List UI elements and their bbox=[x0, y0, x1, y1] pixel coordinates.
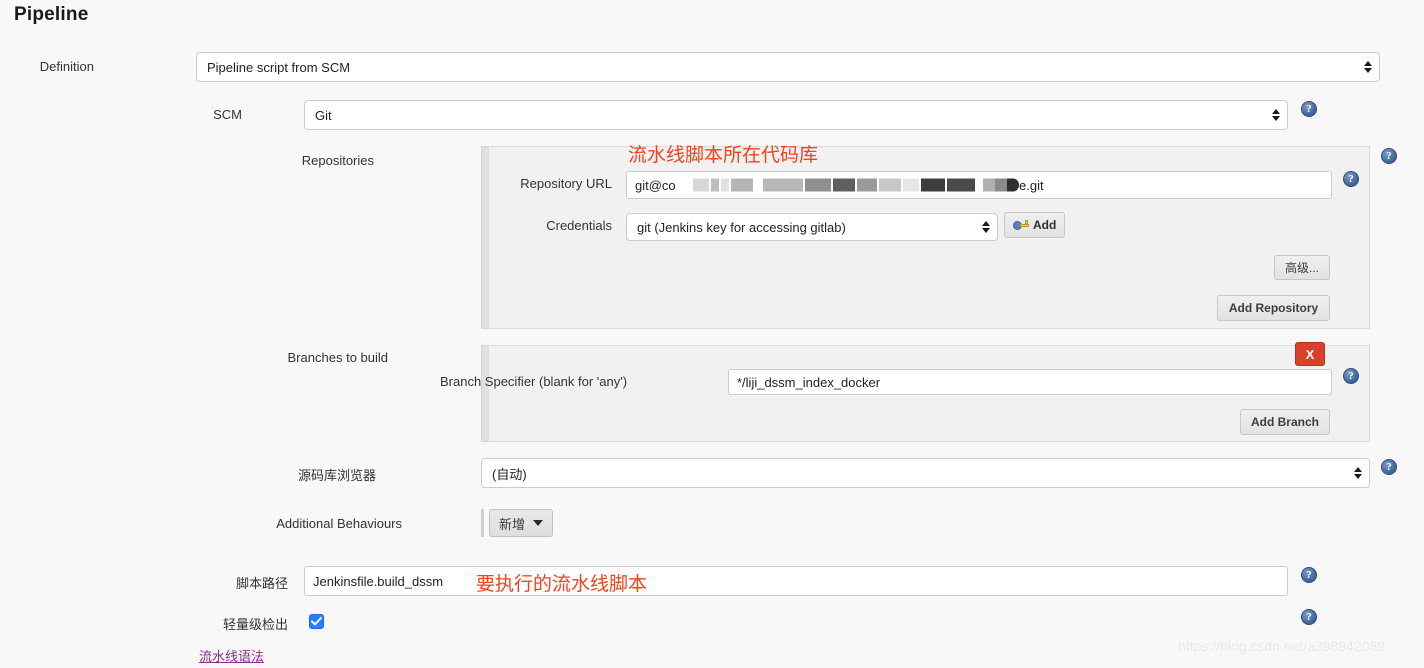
script-path-label: 脚本路径 bbox=[235, 576, 288, 591]
credentials-label: Credentials bbox=[546, 218, 612, 233]
redaction-block bbox=[879, 178, 901, 192]
repository-url-help-icon[interactable]: ? bbox=[1343, 171, 1359, 187]
repository-url-value-prefix: git@co bbox=[635, 177, 676, 193]
scm-select[interactable]: Git bbox=[304, 100, 1288, 130]
definition-select-value: Pipeline script from SCM bbox=[207, 59, 351, 75]
chevron-updown-icon bbox=[1271, 106, 1280, 124]
repository-url-label: Repository URL bbox=[520, 176, 612, 191]
chevron-updown-icon bbox=[1363, 58, 1372, 76]
add-behaviour-label: 新增 bbox=[499, 516, 526, 532]
redaction-block bbox=[721, 178, 729, 192]
redaction-block bbox=[983, 178, 995, 192]
scm-help-icon[interactable]: ? bbox=[1301, 101, 1317, 117]
branches-gutter bbox=[481, 345, 488, 442]
repository-browser-select[interactable]: (自动) bbox=[481, 458, 1370, 488]
branch-specifier-help-icon[interactable]: ? bbox=[1343, 368, 1359, 384]
additional-behaviours-label: Additional Behaviours bbox=[276, 516, 402, 531]
branch-specifier-label: Branch Specifier (blank for 'any') bbox=[440, 374, 628, 389]
redaction-block bbox=[947, 178, 975, 192]
redaction-block bbox=[857, 178, 877, 192]
credentials-select-value: git (Jenkins key for accessing gitlab) bbox=[637, 219, 846, 235]
script-path-annotation: 要执行的流水线脚本 bbox=[476, 573, 648, 595]
credentials-select[interactable]: git (Jenkins key for accessing gitlab) bbox=[626, 213, 998, 241]
scm-select-value: Git bbox=[315, 107, 332, 123]
watermark: https://blog.csdn.net/a398942089 bbox=[1178, 638, 1386, 654]
redaction-block bbox=[763, 178, 803, 192]
redaction-block bbox=[805, 178, 831, 192]
redaction-block bbox=[693, 178, 709, 192]
delete-branch-button[interactable]: X bbox=[1295, 342, 1325, 366]
check-icon bbox=[311, 617, 322, 626]
redaction-block bbox=[921, 178, 945, 192]
script-path-input[interactable]: Jenkinsfile.build_dssm bbox=[304, 566, 1288, 596]
lightweight-checkout-help-icon[interactable]: ? bbox=[1301, 609, 1317, 625]
pipeline-syntax-link[interactable]: 流水线语法 bbox=[199, 646, 264, 665]
repository-browser-value: (自动) bbox=[492, 466, 527, 482]
lightweight-checkout-checkbox[interactable] bbox=[309, 614, 324, 629]
add-credentials-label: Add bbox=[1033, 218, 1057, 232]
repository-url-input[interactable]: git@co e.git bbox=[626, 171, 1332, 199]
add-branch-button[interactable]: Add Branch bbox=[1240, 409, 1330, 435]
redaction-block bbox=[833, 178, 855, 192]
branch-specifier-input[interactable]: */liji_dssm_index_docker bbox=[728, 369, 1332, 395]
definition-label: Definition bbox=[39, 59, 94, 74]
add-repository-button[interactable]: Add Repository bbox=[1217, 295, 1330, 321]
lightweight-checkout-label: 轻量级检出 bbox=[222, 617, 288, 632]
page-title: Pipeline bbox=[14, 4, 89, 25]
redaction-block bbox=[731, 178, 753, 192]
key-icon bbox=[1013, 219, 1029, 231]
branches-label: Branches to build bbox=[287, 350, 388, 365]
scm-label: SCM bbox=[213, 107, 242, 122]
chevron-updown-icon bbox=[1353, 464, 1362, 482]
repositories-annotation: 流水线脚本所在代码库 bbox=[628, 144, 819, 166]
repositories-label: Repositories bbox=[301, 153, 374, 168]
add-credentials-button[interactable]: Add bbox=[1004, 212, 1066, 238]
repositories-gutter bbox=[481, 146, 488, 329]
definition-select[interactable]: Pipeline script from SCM bbox=[196, 52, 1380, 82]
repository-browser-help-icon[interactable]: ? bbox=[1381, 459, 1397, 475]
repository-browser-label: 源码库浏览器 bbox=[297, 468, 376, 483]
redaction-block bbox=[1007, 178, 1019, 192]
redaction-block bbox=[711, 178, 719, 192]
redaction-block bbox=[903, 178, 919, 192]
advanced-button[interactable]: 高级... bbox=[1274, 255, 1330, 280]
chevron-down-icon bbox=[533, 520, 544, 526]
repository-url-value-suffix: e.git bbox=[1019, 177, 1044, 193]
additional-behaviours-gutter bbox=[481, 509, 484, 537]
script-path-help-icon[interactable]: ? bbox=[1301, 567, 1317, 583]
repositories-help-icon[interactable]: ? bbox=[1381, 148, 1397, 164]
add-behaviour-button[interactable]: 新增 bbox=[489, 509, 554, 537]
chevron-updown-icon bbox=[981, 218, 990, 236]
